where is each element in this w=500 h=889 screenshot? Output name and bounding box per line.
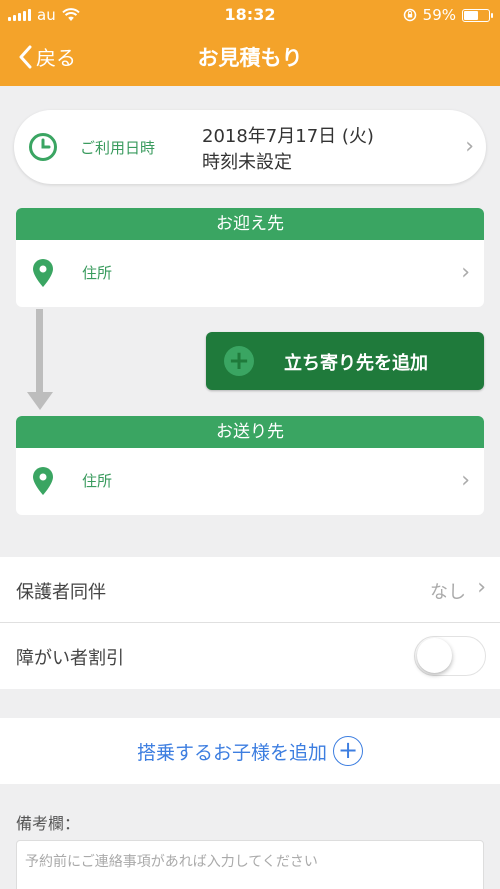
route-connector-line <box>36 309 43 393</box>
battery-fill <box>464 10 479 20</box>
chevron-right-icon: › <box>477 575 486 600</box>
plus-icon: + <box>224 346 254 376</box>
navigation-bar: 戻る お見積もり <box>0 30 500 86</box>
circle-plus-icon: + <box>333 736 363 766</box>
pickup-address-label: 住所 <box>82 264 113 282</box>
guardian-row[interactable]: 保護者同伴 なし › <box>0 557 500 623</box>
pickup-address-row[interactable]: 住所 › <box>16 240 484 307</box>
pickup-header: お迎え先 <box>16 208 484 240</box>
remarks-input[interactable] <box>16 840 484 889</box>
add-child-button[interactable]: 搭乗するお子様を追加 + <box>0 718 500 784</box>
chevron-right-icon: › <box>461 468 470 493</box>
route-arrow-icon <box>27 392 53 410</box>
add-stopover-button[interactable]: + 立ち寄り先を追加 <box>206 332 484 390</box>
pickup-card: お迎え先 住所 › <box>16 208 484 307</box>
rotation-lock-icon <box>403 8 416 22</box>
battery-icon <box>462 8 493 22</box>
guardian-value: なし <box>430 582 466 603</box>
guardian-label: 保護者同伴 <box>16 582 106 603</box>
status-right: 59% <box>403 6 493 24</box>
usage-date-value: 2018年7月17日 (火) <box>202 126 374 147</box>
chevron-right-icon: › <box>461 260 470 285</box>
usage-time-value: 時刻未設定 <box>202 152 292 173</box>
status-bar: au 18:32 59% <box>0 0 500 30</box>
clock-icon <box>29 133 57 161</box>
location-pin-icon <box>33 259 53 287</box>
location-pin-icon <box>33 467 53 495</box>
discount-toggle[interactable] <box>414 636 486 676</box>
usage-datetime-row[interactable]: ご利用日時 2018年7月17日 (火) 時刻未設定 › <box>14 110 486 184</box>
usage-datetime-label: ご利用日時 <box>80 139 156 157</box>
app-header: au 18:32 59% 戻る お見積もり <box>0 0 500 86</box>
options-list: 保護者同伴 なし › 障がい者割引 <box>0 557 500 689</box>
toggle-knob <box>417 638 452 673</box>
add-stopover-label: 立ち寄り先を追加 <box>284 353 428 374</box>
dropoff-card: お送り先 住所 › <box>16 416 484 515</box>
discount-label: 障がい者割引 <box>16 648 124 669</box>
page-title: お見積もり <box>197 46 303 70</box>
dropoff-header: お送り先 <box>16 416 484 448</box>
remarks-label: 備考欄： <box>16 814 81 833</box>
chevron-right-icon: › <box>465 134 474 159</box>
add-child-label: 搭乗するお子様を追加 <box>136 741 327 764</box>
dropoff-address-label: 住所 <box>82 472 113 490</box>
battery-percent: 59% <box>422 6 456 24</box>
discount-row: 障がい者割引 <box>0 623 500 689</box>
dropoff-address-row[interactable]: 住所 › <box>16 448 484 515</box>
